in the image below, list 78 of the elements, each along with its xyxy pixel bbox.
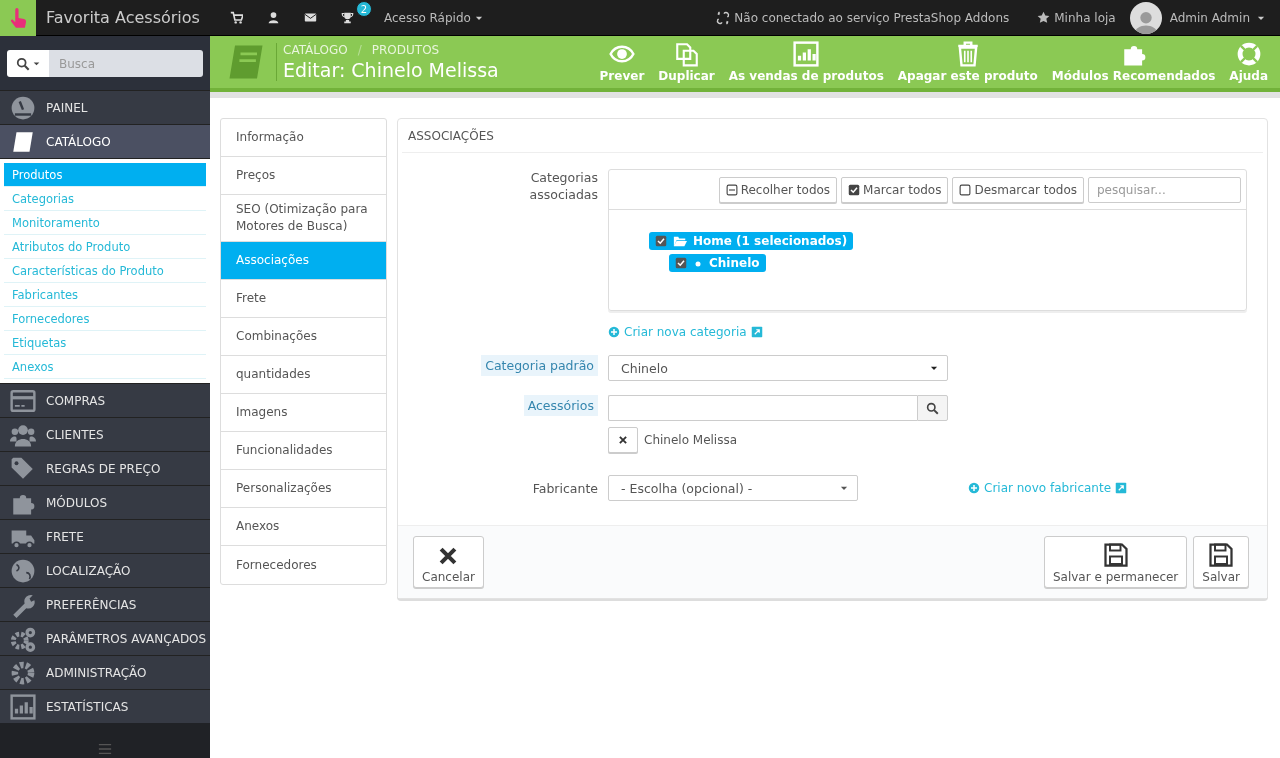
checkbox-checked-icon (675, 257, 687, 269)
search-icon (15, 56, 30, 71)
checkbox-checked-icon (655, 235, 667, 247)
cart-icon (229, 11, 243, 24)
gears-icon (10, 625, 36, 652)
credit-card-icon (10, 387, 36, 414)
tab[interactable]: Imagens (221, 394, 386, 432)
tab[interactable]: Personalizações (221, 470, 386, 508)
addons-status: Não conectado ao serviço PrestaShop Addons (734, 10, 1010, 25)
plus-circle-icon (968, 482, 980, 494)
tree-button[interactable]: Marcar todos (841, 177, 949, 203)
tab[interactable]: Anexos (221, 508, 386, 546)
search-button[interactable] (7, 50, 49, 77)
cart-button[interactable] (229, 11, 243, 24)
gear-icon (10, 659, 36, 686)
menu-icon (98, 742, 112, 756)
panel-title: ASSOCIAÇÕES (402, 119, 1263, 153)
tree-button[interactable]: Desmarcar todos (952, 177, 1084, 203)
save-button[interactable]: Salvar (1193, 536, 1249, 588)
checkbox-empty-icon (959, 184, 972, 196)
tab[interactable]: Informação (221, 119, 386, 157)
sidebar-item[interactable]: ESTATÍSTICAS (0, 689, 210, 723)
sidebar-item[interactable]: PARÂMETROS AVANÇADOS (0, 621, 210, 655)
collapse-icon (725, 184, 738, 196)
dashboard-icon (10, 94, 36, 121)
unlink-icon (716, 10, 731, 25)
tab[interactable]: Combinações (221, 318, 386, 356)
copy-icon (673, 41, 700, 67)
tab[interactable]: quantidades (221, 356, 386, 394)
tree-button[interactable]: Recolher todos (718, 177, 838, 203)
star-icon (1037, 11, 1051, 24)
quick-access-menu[interactable]: Acesso Rápido (383, 10, 484, 25)
manufacturer-select[interactable]: - Escolha (opcional) - (608, 475, 858, 501)
accessories-field[interactable] (608, 395, 917, 421)
category-search-field[interactable]: pesquisar... (1088, 177, 1241, 203)
checkbox-checked-icon (848, 184, 861, 196)
field-label: Fabricante (532, 479, 598, 497)
breadcrumb-separator: / (357, 43, 362, 57)
save-and-stay-button[interactable]: Salvar e permanecer (1043, 536, 1188, 588)
remove-button[interactable] (608, 427, 638, 453)
field-label: Categorias associadas (528, 169, 598, 203)
trophy-button[interactable] (340, 11, 354, 24)
accessory-name: Chinelo Melissa (644, 433, 738, 447)
search-button[interactable] (917, 395, 948, 421)
folder-icon (673, 234, 687, 248)
trophy-icon (340, 11, 354, 24)
search-icon (926, 401, 939, 415)
user-menu[interactable]: Admin Admin (1169, 10, 1266, 25)
bar-chart-icon (793, 41, 820, 67)
shop-name[interactable]: Favorita Acessórios (46, 8, 200, 27)
field-label: Acessórios (523, 395, 598, 416)
save-icon (1209, 543, 1234, 567)
notification-count: 2 (355, 1, 372, 17)
lifebuoy-icon (1235, 41, 1262, 67)
plus-circle-icon (608, 326, 620, 338)
envelope-icon (303, 11, 317, 24)
tab[interactable]: Funcionalidades (221, 432, 386, 470)
bar-chart-icon (10, 693, 36, 720)
sidebar-item[interactable]: CATÁLOGO (0, 124, 210, 158)
tab[interactable]: Preços (221, 157, 386, 195)
user-button[interactable] (266, 11, 280, 24)
default-category-select[interactable]: Chinelo (608, 355, 948, 381)
cancel-button[interactable]: Cancelar (413, 536, 484, 588)
user-icon (266, 11, 280, 24)
tab[interactable]: Frete (221, 280, 386, 318)
close-icon (618, 435, 628, 445)
save-icon (1103, 543, 1128, 567)
sidebar-item[interactable]: PREFERÊNCIAS (0, 587, 210, 621)
search-field[interactable]: Busca (49, 50, 203, 77)
envelope-button[interactable] (303, 11, 317, 24)
globe-icon (10, 557, 36, 584)
external-link-icon (750, 326, 763, 338)
external-link-icon (1115, 482, 1128, 494)
tab[interactable]: Fornecedores (221, 546, 386, 584)
caret-icon (31, 59, 41, 68)
page-title: Editar: Chinelo Melissa (283, 59, 499, 81)
my-shop-link[interactable]: Minha loja (1037, 10, 1116, 25)
field-label: Categoria padrão (481, 355, 598, 376)
